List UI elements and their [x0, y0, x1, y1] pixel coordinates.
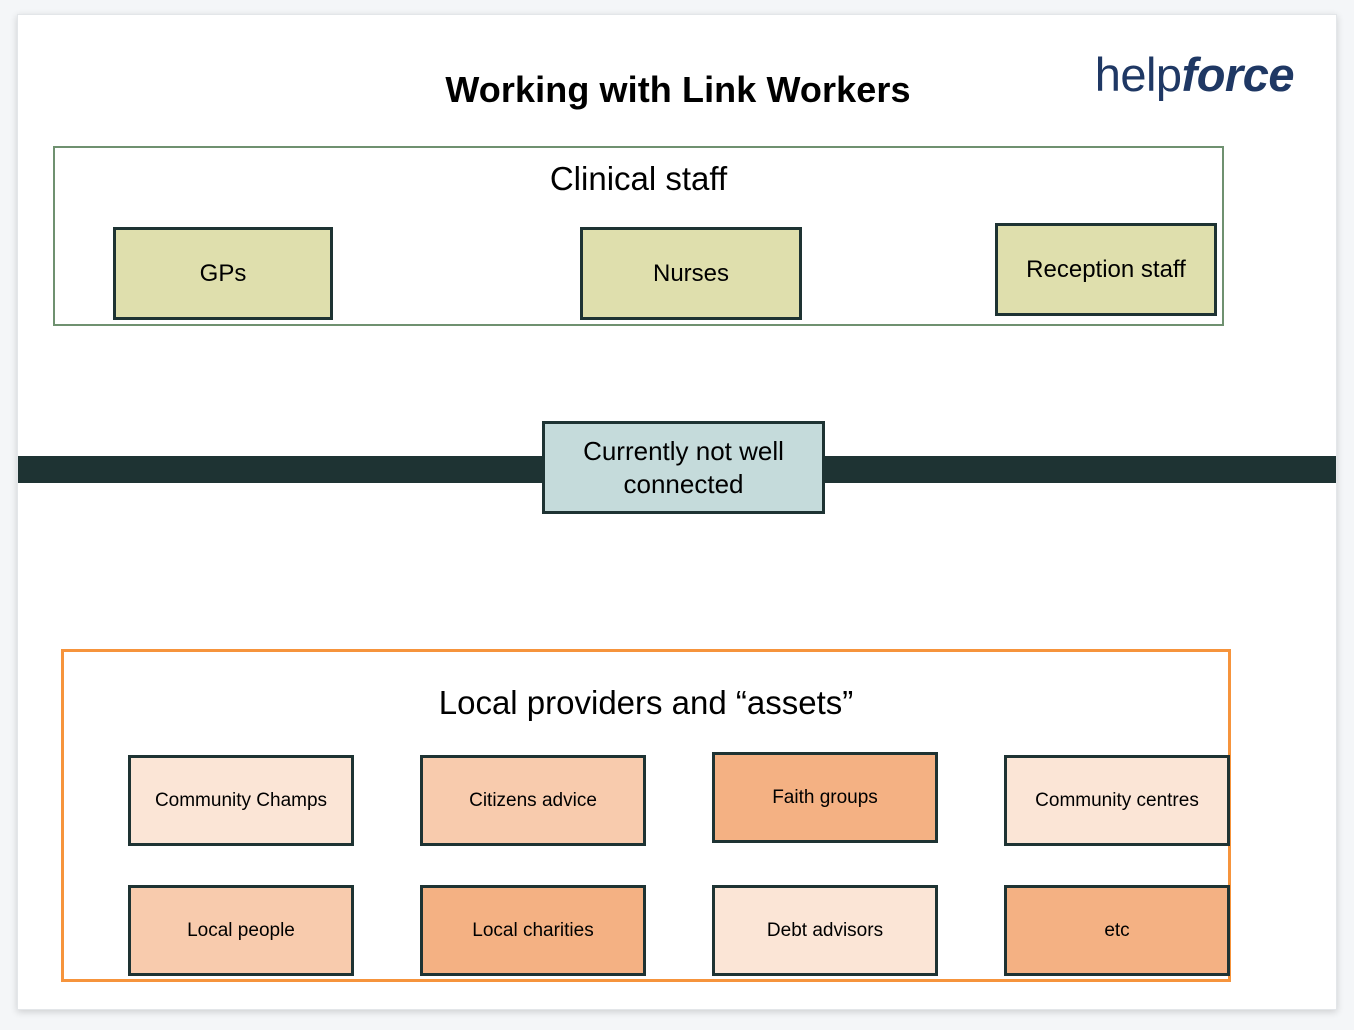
slide-page: Working with Link Workers helpforce Clin…	[0, 0, 1354, 1030]
node-community-champs[interactable]: Community Champs	[128, 755, 354, 846]
node-community-centres[interactable]: Community centres	[1004, 755, 1230, 846]
logo-text-help: help	[1094, 48, 1182, 101]
local-providers-panel: Local providers and “assets” Community C…	[61, 649, 1231, 982]
node-gps[interactable]: GPs	[113, 227, 333, 320]
gap-status-box: Currently not well connected	[542, 421, 825, 514]
node-etc[interactable]: etc	[1004, 885, 1230, 976]
slide-card: Working with Link Workers helpforce Clin…	[17, 14, 1337, 1010]
helpforce-logo: helpforce	[1094, 48, 1295, 101]
node-citizens-advice[interactable]: Citizens advice	[420, 755, 646, 846]
clinical-staff-heading: Clinical staff	[549, 160, 728, 197]
node-nurses[interactable]: Nurses	[580, 227, 802, 320]
node-faith-groups[interactable]: Faith groups	[712, 752, 938, 843]
node-debt-advisors[interactable]: Debt advisors	[712, 885, 938, 976]
clinical-staff-panel: Clinical staff GPs Nurses Reception staf…	[53, 146, 1224, 326]
node-local-charities[interactable]: Local charities	[420, 885, 646, 976]
local-providers-heading: Local providers and “assets”	[438, 684, 854, 721]
node-reception-staff[interactable]: Reception staff	[995, 223, 1217, 316]
logo-text-force: force	[1181, 48, 1295, 101]
node-local-people[interactable]: Local people	[128, 885, 354, 976]
